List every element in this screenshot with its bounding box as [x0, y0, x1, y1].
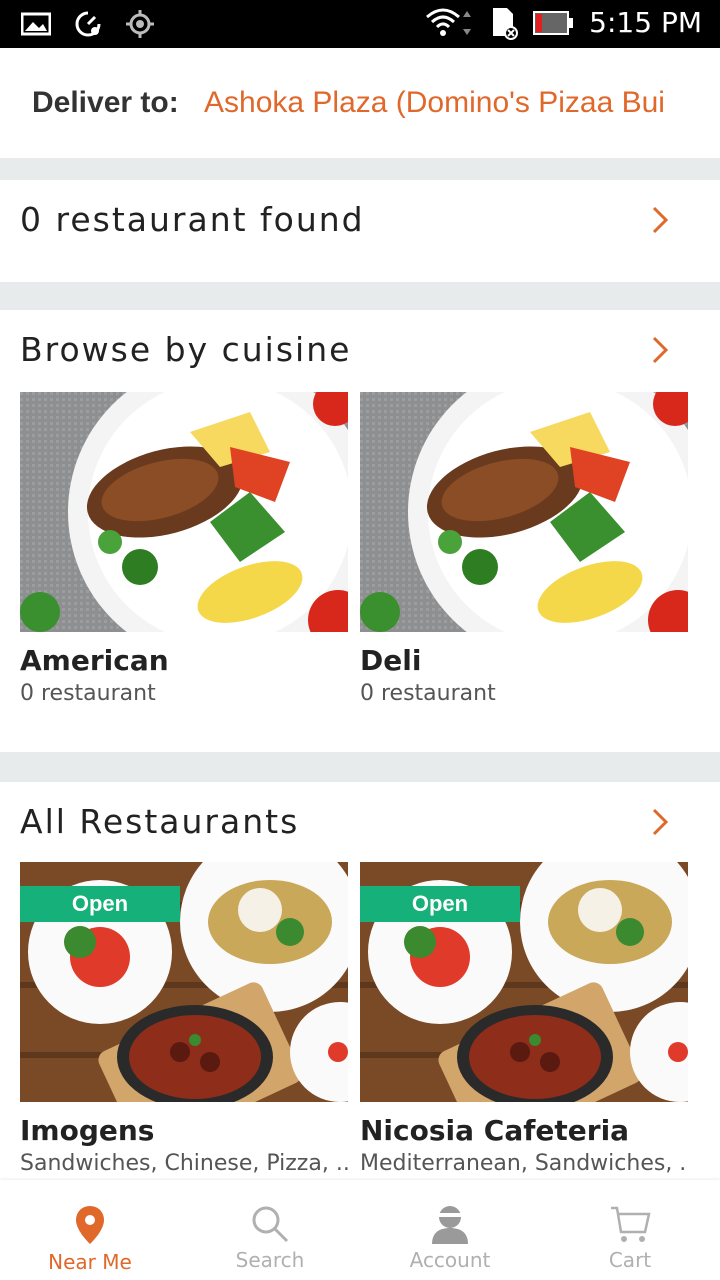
restaurant-image: Open	[360, 862, 688, 1102]
delivery-address[interactable]: Ashoka Plaza (Domino's Pizaa Bui	[204, 86, 694, 120]
restaurants-found-row[interactable]: 0 restaurant found	[0, 180, 720, 282]
nav-label: Account	[409, 1248, 491, 1272]
chevron-right-icon[interactable]	[648, 202, 672, 238]
restaurant-image: Open	[20, 862, 348, 1102]
nav-account[interactable]: Account	[360, 1180, 540, 1280]
open-badge: Open	[360, 886, 520, 922]
wifi-icon	[425, 7, 473, 39]
cuisine-name: American	[20, 644, 169, 677]
nav-cart[interactable]: Cart	[540, 1180, 720, 1280]
battery-icon	[533, 7, 575, 39]
deliver-label: Deliver to:	[32, 86, 179, 119]
cuisine-card-american[interactable]: American 0 restaurant	[20, 392, 348, 706]
restaurant-name: Nicosia Cafeteria	[360, 1114, 630, 1147]
nav-label: Search	[235, 1248, 305, 1272]
restaurant-card-imogens[interactable]: Open Imogens Sandwiches, Chinese, Pizza,…	[20, 862, 348, 1180]
nav-search[interactable]: Search	[180, 1180, 360, 1280]
cuisine-count: 0 restaurant	[20, 681, 156, 706]
cuisine-image	[360, 392, 688, 632]
section-divider	[0, 282, 720, 310]
delivery-header: Deliver to: Ashoka Plaza (Domino's Pizaa…	[0, 48, 720, 158]
section-divider	[0, 752, 720, 782]
nav-near-me[interactable]: Near Me	[0, 1180, 180, 1280]
cuisine-name: Deli	[360, 644, 422, 677]
sd-card-icon	[487, 7, 519, 40]
status-bar: 5:15 PM	[0, 0, 720, 48]
status-time: 5:15 PM	[589, 6, 702, 39]
search-icon	[252, 1206, 289, 1243]
cuisine-section: Browse by cuisine American 0 restaurant …	[0, 310, 720, 752]
cuisine-image	[20, 392, 348, 632]
open-badge: Open	[20, 886, 180, 922]
restaurants-section-title: All Restaurants	[20, 802, 300, 841]
restaurant-name: Imogens	[20, 1114, 155, 1147]
chevron-right-icon[interactable]	[648, 332, 672, 368]
cuisine-card-deli[interactable]: Deli 0 restaurant	[360, 392, 688, 706]
cuisine-section-title: Browse by cuisine	[20, 330, 352, 369]
restaurants-found-text: 0 restaurant found	[20, 200, 365, 239]
restaurant-card-nicosia[interactable]: Open Nicosia Cafeteria Mediterranean, Sa…	[360, 862, 688, 1180]
restaurants-section: All Restaurants Open Imogens Sandwiches,…	[0, 782, 720, 1180]
map-pin-icon	[76, 1206, 104, 1244]
chevron-right-icon[interactable]	[648, 804, 672, 840]
account-icon	[432, 1206, 468, 1244]
nav-label: Near Me	[48, 1250, 132, 1274]
section-divider	[0, 158, 720, 180]
speed-icon	[72, 8, 104, 40]
gallery-icon	[20, 8, 52, 40]
bottom-navigation: Near Me Search Account Cart	[0, 1180, 720, 1280]
cart-icon	[611, 1206, 651, 1242]
nav-label: Cart	[608, 1248, 652, 1272]
restaurant-cuisines: Sandwiches, Chinese, Pizza, ...	[20, 1151, 348, 1176]
restaurant-cuisines: Mediterranean, Sandwiches, ...	[360, 1151, 688, 1176]
location-target-icon	[124, 8, 156, 40]
cuisine-count: 0 restaurant	[360, 681, 496, 706]
